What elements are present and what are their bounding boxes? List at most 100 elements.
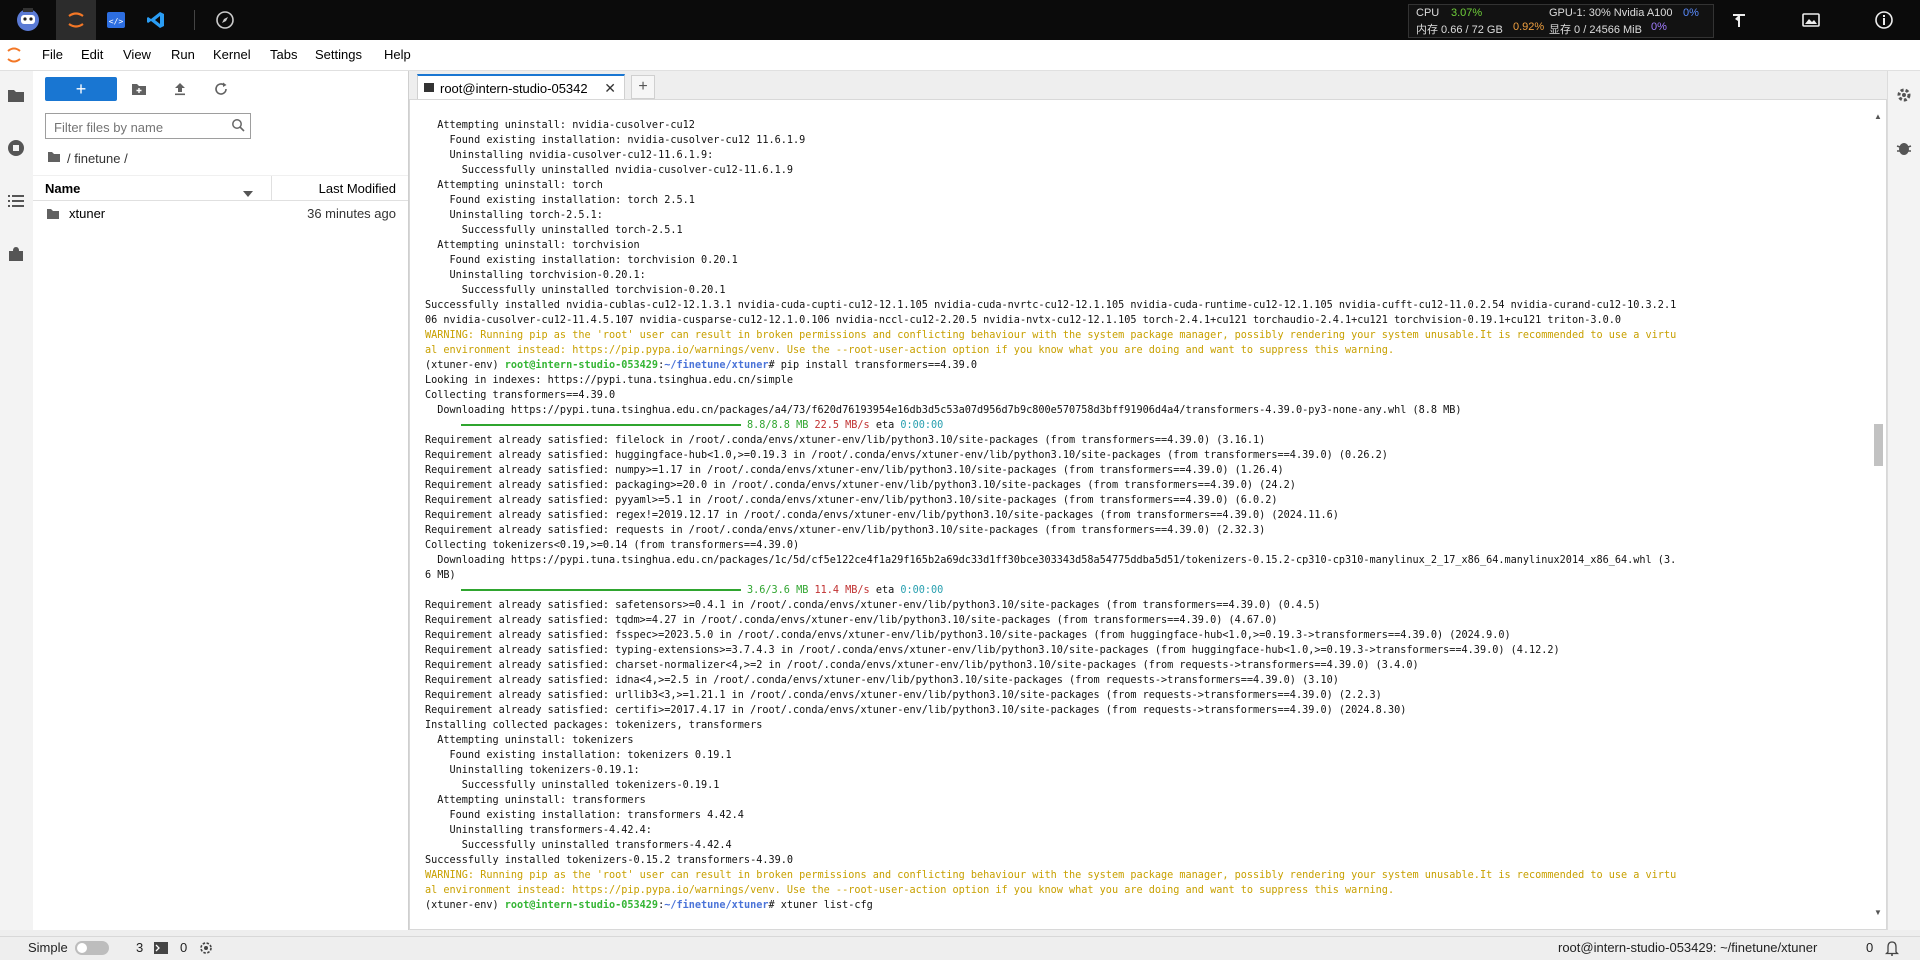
terminal-line: Requirement already satisfied: charset-n… (425, 660, 1419, 671)
vram-value: 0% (1651, 21, 1667, 33)
new-launcher-button[interactable]: + (45, 77, 117, 101)
terminal-line: Successfully uninstalled torch-2.5.1 (425, 225, 683, 236)
progress-eta: 0:00:00 (900, 585, 944, 596)
progress-bar (461, 424, 741, 426)
code-editor-app-icon[interactable]: </> (96, 0, 136, 40)
terminal-line: Found existing installation: nvidia-cuso… (425, 135, 806, 146)
settings-gear-icon[interactable] (199, 941, 213, 958)
running-sessions-icon[interactable] (6, 138, 26, 158)
terminal-line: Uninstalling torch-2.5.1: (425, 210, 603, 221)
menu-tabs[interactable]: Tabs (270, 47, 297, 62)
column-modified-header[interactable]: Last Modified (319, 181, 396, 196)
folder-icon (46, 208, 60, 223)
table-of-contents-icon[interactable] (6, 191, 26, 211)
file-list-header: Name Last Modified (33, 175, 408, 201)
scroll-down-arrow-icon[interactable]: ▼ (1874, 908, 1882, 917)
terminal-line: Attempting uninstall: torch (425, 180, 603, 191)
terminal-line: Successfully uninstalled tokenizers-0.19… (425, 780, 720, 791)
intern-logo-icon[interactable] (8, 0, 48, 40)
terminal-panel[interactable]: Attempting uninstall: nvidia-cusolver-cu… (409, 99, 1887, 930)
add-tab-button[interactable]: + (631, 75, 655, 99)
terminal-line: Attempting uninstall: torchvision (425, 240, 640, 251)
progress-speed: 11.4 MB/s (814, 585, 870, 596)
prompt-env: (xtuner-env) (425, 360, 505, 371)
upload-icon[interactable] (170, 79, 190, 99)
notification-count[interactable]: 0 (1866, 940, 1873, 955)
terminal-line: Uninstalling torchvision-0.20.1: (425, 270, 646, 281)
menu-help[interactable]: Help (384, 47, 411, 62)
add-tab-label: + (638, 78, 648, 95)
terminal-line: Uninstalling transformers-4.42.4: (425, 825, 652, 836)
terminal-line: Found existing installation: torchvision… (425, 255, 738, 266)
file-filter-input[interactable] (52, 115, 226, 139)
progress-bar (461, 589, 741, 591)
terminal-line: 06 nvidia-cusolver-cu12-11.4.5.107 nvidi… (425, 315, 1622, 326)
top-bar: </> CPU 3.07% 内存 0.66 / 72 GB 0.92% GPU-… (0, 0, 1920, 40)
tool-icon[interactable] (1719, 0, 1759, 40)
terminal-line: Requirement already satisfied: packaging… (425, 480, 1296, 491)
prompt-hash: # (768, 900, 781, 911)
column-divider[interactable] (271, 176, 272, 200)
kernel-count[interactable]: 3 (136, 940, 143, 955)
terminal-line: Successfully installed tokenizers-0.15.2… (425, 855, 794, 866)
terminal-line: Installing collected packages: tokenizer… (425, 720, 763, 731)
info-icon[interactable] (1864, 0, 1904, 40)
warning-line: al environment instead: https://pip.pypa… (425, 345, 1395, 356)
terminal-line: Requirement already satisfied: requests … (425, 525, 1266, 536)
image-icon[interactable] (1791, 0, 1831, 40)
breadcrumb[interactable]: / finetune / (47, 151, 128, 166)
memory-value: 0.92% (1513, 21, 1545, 33)
terminal-line: Requirement already satisfied: urllib3<3… (425, 690, 1382, 701)
scrollbar-thumb[interactable] (1874, 424, 1883, 466)
terminal-line: Collecting transformers==4.39.0 (425, 390, 616, 401)
breadcrumb-path[interactable]: / finetune / (67, 151, 128, 166)
terminal-line: Downloading https://pypi.tuna.tsinghua.e… (425, 405, 1462, 416)
vscode-app-icon[interactable] (136, 0, 176, 40)
simple-mode-toggle[interactable] (75, 941, 109, 955)
dock-tab-bar: root@intern-studio-05342 ✕ + (409, 71, 1887, 100)
bell-icon[interactable] (1884, 940, 1900, 959)
terminal-icon (154, 942, 168, 957)
scroll-up-arrow-icon[interactable]: ▲ (1874, 112, 1882, 121)
column-name-header[interactable]: Name (45, 181, 80, 196)
terminal-line: Found existing installation: transformer… (425, 810, 744, 821)
terminal-line: Uninstalling tokenizers-0.19.1: (425, 765, 640, 776)
sort-descending-icon[interactable] (243, 185, 253, 200)
menu-view[interactable]: View (123, 47, 151, 62)
close-icon[interactable]: ✕ (604, 80, 616, 97)
terminal-line: Requirement already satisfied: huggingfa… (425, 450, 1388, 461)
extensions-icon[interactable] (6, 244, 26, 264)
folder-icon[interactable] (6, 85, 26, 105)
terminal-line: Looking in indexes: https://pypi.tuna.ts… (425, 375, 794, 386)
file-name: xtuner (69, 206, 106, 221)
compass-icon[interactable] (205, 0, 245, 40)
new-folder-icon[interactable] (129, 79, 149, 99)
simple-mode-label: Simple (28, 940, 68, 955)
terminal-scrollbar[interactable]: ▲ ▼ (1873, 112, 1883, 917)
command-text: xtuner list-cfg (780, 900, 873, 911)
debugger-bug-icon[interactable] (1894, 138, 1914, 158)
status-bar: Simple 3 0 root@intern-studio-053429: ~/… (0, 936, 1920, 960)
menu-file[interactable]: File (42, 47, 63, 62)
download-progress: 3.6/3.6 MB 11.4 MB/s eta 0:00:00 (425, 583, 1865, 598)
file-modified: 36 minutes ago (307, 206, 396, 221)
menu-edit[interactable]: Edit (81, 47, 103, 62)
menu-run[interactable]: Run (171, 47, 195, 62)
jupyter-app-icon[interactable] (56, 0, 96, 40)
refresh-icon[interactable] (211, 79, 231, 99)
warning-line: al environment instead: https://pip.pypa… (425, 885, 1395, 896)
terminal-line: Requirement already satisfied: certifi>=… (425, 705, 1407, 716)
property-inspector-icon[interactable] (1894, 85, 1914, 105)
tab-terminal[interactable]: root@intern-studio-05342 ✕ (417, 74, 625, 100)
search-icon (231, 118, 245, 135)
terminal-count[interactable]: 0 (180, 940, 187, 955)
menu-kernel[interactable]: Kernel (213, 47, 251, 62)
terminal-line: Attempting uninstall: transformers (425, 795, 646, 806)
menu-settings[interactable]: Settings (315, 47, 362, 62)
list-item[interactable]: xtuner 36 minutes ago (33, 202, 408, 226)
terminal-line: Collecting tokenizers<0.19,>=0.14 (from … (425, 540, 800, 551)
terminal-line: Successfully uninstalled torchvision-0.2… (425, 285, 726, 296)
file-filter-box (45, 113, 251, 139)
terminal-line: Successfully uninstalled transformers-4.… (425, 840, 732, 851)
resource-monitor: CPU 3.07% 内存 0.66 / 72 GB 0.92% GPU-1: 3… (1408, 4, 1714, 38)
